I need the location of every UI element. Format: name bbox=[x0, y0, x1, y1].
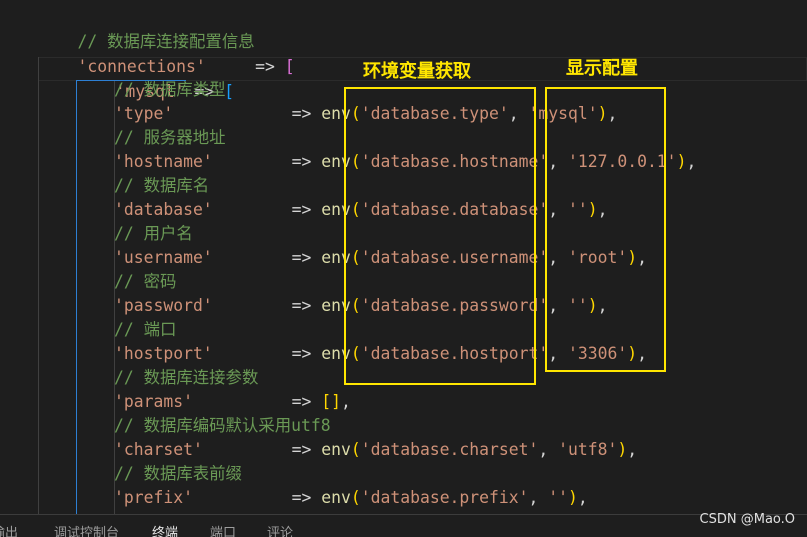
charset-key: 'charset' bbox=[114, 440, 203, 459]
env-function: env bbox=[321, 440, 351, 459]
comment-hostname: // 服务器地址 bbox=[114, 128, 226, 147]
indent-guide-l1 bbox=[38, 57, 39, 514]
tab-debug-console[interactable]: 调试控制台 bbox=[54, 525, 119, 537]
hostname-key: 'hostname' bbox=[114, 152, 213, 171]
code-line[interactable]: 'params' => [], bbox=[114, 390, 351, 414]
arrow-operator: => bbox=[291, 104, 312, 123]
bottom-panel-tabs: 输出 调试控制台 终端 端口 评论 bbox=[0, 514, 807, 537]
arrow-operator: => bbox=[291, 488, 312, 507]
default-annotation-label: 显示配置 bbox=[566, 58, 638, 79]
password-key: 'password' bbox=[114, 296, 213, 315]
code-line[interactable]: // 密码 bbox=[114, 270, 176, 294]
comment-charset: // 数据库编码默认采用utf8 bbox=[114, 416, 331, 435]
code-line[interactable]: 'charset' => env('database.charset', 'ut… bbox=[114, 438, 637, 462]
code-line[interactable]: // 用户名 bbox=[114, 222, 193, 246]
code-line[interactable]: 'connections' => [ bbox=[38, 31, 294, 76]
username-key: 'username' bbox=[114, 248, 213, 267]
arrow-operator: => bbox=[291, 344, 312, 363]
tab-terminal[interactable]: 终端 bbox=[152, 525, 178, 537]
arrow-operator: => bbox=[255, 57, 275, 76]
code-line[interactable]: // 服务器地址 bbox=[114, 126, 226, 150]
arrow-operator: => bbox=[291, 152, 312, 171]
arrow-operator: => bbox=[291, 392, 312, 411]
env-annotation-label: 环境变量获取 bbox=[363, 61, 471, 82]
prefix-key: 'prefix' bbox=[114, 488, 193, 507]
code-line[interactable]: 'mysql' => [ bbox=[76, 56, 233, 101]
comment-password: // 密码 bbox=[114, 272, 177, 291]
code-line[interactable]: 'prefix' => env('database.prefix', ''), bbox=[114, 486, 588, 510]
env-function: env bbox=[321, 488, 351, 507]
env-key-highlight-box bbox=[344, 87, 536, 385]
code-line[interactable]: // 数据库编码默认采用utf8 bbox=[114, 414, 331, 438]
arrow-operator: => bbox=[291, 296, 312, 315]
open-bracket: [ bbox=[284, 57, 295, 76]
comment-prefix: // 数据库表前缀 bbox=[114, 464, 242, 483]
database-key: 'database' bbox=[114, 200, 213, 219]
code-line[interactable]: // 数据库连接参数 bbox=[114, 366, 258, 390]
watermark: CSDN @Mao.O bbox=[699, 512, 795, 527]
comment-type: // 数据库类型 bbox=[114, 80, 226, 99]
tab-ports[interactable]: 端口 bbox=[210, 525, 236, 537]
params-key: 'params' bbox=[114, 392, 193, 411]
arrow-operator: => bbox=[291, 440, 312, 459]
code-line[interactable]: // 数据库表前缀 bbox=[114, 462, 242, 486]
prefix-env-key: 'database.prefix' bbox=[360, 488, 529, 507]
comment-database: // 数据库名 bbox=[114, 176, 210, 195]
charset-env-key: 'database.charset' bbox=[360, 440, 539, 459]
code-line[interactable]: // 端口 bbox=[114, 318, 176, 342]
indent-guide-active bbox=[76, 81, 77, 514]
code-line[interactable]: // 数据库名 bbox=[114, 174, 209, 198]
code-line[interactable]: // 数据库类型 bbox=[114, 78, 226, 102]
tab-output[interactable]: 输出 bbox=[0, 525, 18, 537]
comment-hostport: // 端口 bbox=[114, 320, 177, 339]
charset-default: 'utf8' bbox=[558, 440, 618, 459]
code-line[interactable]: // 数据库连接配置信息 bbox=[38, 6, 254, 51]
comment-username: // 用户名 bbox=[114, 224, 193, 243]
arrow-operator: => bbox=[291, 248, 312, 267]
type-key: 'type' bbox=[114, 104, 174, 123]
prefix-default: '' bbox=[548, 488, 569, 507]
params-value: [] bbox=[321, 392, 342, 411]
tab-comments[interactable]: 评论 bbox=[267, 525, 293, 537]
hostport-key: 'hostport' bbox=[114, 344, 213, 363]
default-value-highlight-box bbox=[545, 87, 666, 372]
comment-params: // 数据库连接参数 bbox=[114, 368, 259, 387]
arrow-operator: => bbox=[291, 200, 312, 219]
code-editor[interactable]: // 数据库连接配置信息 'connections' => [ 'mysql' … bbox=[0, 0, 807, 514]
